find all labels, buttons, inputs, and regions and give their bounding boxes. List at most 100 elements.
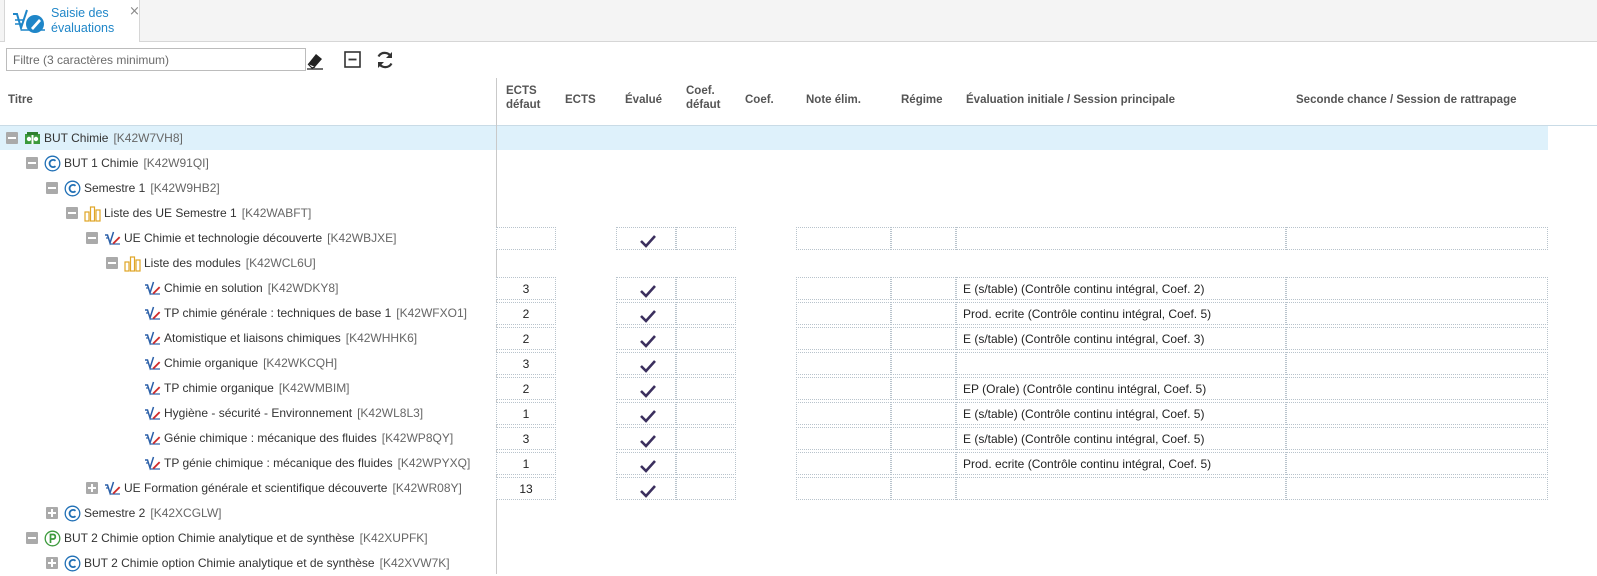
coefd-cell[interactable] [676,377,736,400]
row-title[interactable]: Atomistique et liaisons chimiques [K42WHH… [164,331,417,345]
regime-cell[interactable] [891,452,956,475]
expand-toggle-icon[interactable] [46,557,58,569]
coefd-cell[interactable] [676,477,736,500]
col-evalue[interactable]: Évalué [625,93,662,107]
row-title[interactable]: UE Formation générale et scientifique dé… [124,481,462,495]
col-regime[interactable]: Régime [901,93,943,107]
row-title[interactable]: Hygiène - sécurité - Environnement [K42WL… [164,406,423,420]
collapse-toggle-icon[interactable] [106,257,118,269]
row-title[interactable]: Liste des modules [K42WCL6U] [144,256,316,270]
ects-defaut-cell[interactable]: 13 [496,477,556,500]
tree-row[interactable]: BUT 2 Chimie option Chimie analytique et… [0,526,496,551]
eval2-cell[interactable] [1286,377,1548,400]
regime-cell[interactable] [891,402,956,425]
collapse-toggle-icon[interactable] [6,132,18,144]
note-cell[interactable] [796,227,891,250]
row-title[interactable]: Chimie en solution [K42WDKY8] [164,281,338,295]
tree-row[interactable]: Liste des modules [K42WCL6U] [0,251,496,276]
evalue-cell[interactable] [616,352,676,375]
collapse-toggle-icon[interactable] [86,232,98,244]
collapse-toggle-icon[interactable] [66,207,78,219]
col-ects-defaut[interactable]: ECTS défaut [506,84,541,112]
regime-cell[interactable] [891,477,956,500]
ects-defaut-cell[interactable]: 3 [496,427,556,450]
col-ects[interactable]: ECTS [565,93,596,107]
note-cell[interactable] [796,427,891,450]
regime-cell[interactable] [891,302,956,325]
row-title[interactable]: Chimie organique [K42WKCQH] [164,356,337,370]
row-title[interactable]: BUT 2 Chimie option Chimie analytique et… [84,556,450,570]
session-principale-cell[interactable]: Prod. ecrite (Contrôle continu intégral,… [956,302,1286,325]
col-note-elim[interactable]: Note élim. [806,93,861,107]
session-principale-cell[interactable] [956,227,1286,250]
col-coef[interactable]: Coef. [745,93,774,107]
close-icon[interactable]: × [129,4,140,19]
ects-defaut-cell[interactable]: 3 [496,352,556,375]
row-title[interactable]: BUT Chimie [K42W7VH8] [44,131,183,145]
evalue-cell[interactable] [616,402,676,425]
row-title[interactable]: TP chimie organique [K42WMBIM] [164,381,350,395]
tree-row[interactable]: TP génie chimique : mécanique des fluide… [0,451,496,476]
eval2-cell[interactable] [1286,277,1548,300]
session-principale-cell[interactable] [956,352,1286,375]
note-cell[interactable] [796,352,891,375]
evalue-cell[interactable] [616,452,676,475]
note-cell[interactable] [796,402,891,425]
tree-row[interactable]: TP chimie générale : techniques de base … [0,301,496,326]
collapse-toggle-icon[interactable] [26,157,38,169]
collapse-toggle-icon[interactable] [46,182,58,194]
evalue-cell[interactable] [616,377,676,400]
filter-input[interactable] [6,48,306,71]
regime-cell[interactable] [891,352,956,375]
row-title[interactable]: BUT 2 Chimie option Chimie analytique et… [64,531,428,545]
note-cell[interactable] [796,327,891,350]
ects-defaut-cell[interactable]: 2 [496,377,556,400]
regime-cell[interactable] [891,427,956,450]
tree-row[interactable]: TP chimie organique [K42WMBIM] [0,376,496,401]
coefd-cell[interactable] [676,427,736,450]
tree-row[interactable]: UE Formation générale et scientifique dé… [0,476,496,501]
note-cell[interactable] [796,302,891,325]
col-session-rattrapage[interactable]: Seconde chance / Session de rattrapage [1296,93,1517,107]
session-principale-cell[interactable]: E (s/table) (Contrôle continu intégral, … [956,277,1286,300]
evalue-cell[interactable] [616,277,676,300]
eval2-cell[interactable] [1286,327,1548,350]
eval2-cell[interactable] [1286,452,1548,475]
regime-cell[interactable] [891,277,956,300]
row-title[interactable]: Génie chimique : mécanique des fluides [K… [164,431,453,445]
session-principale-cell[interactable]: E (s/table) (Contrôle continu intégral, … [956,402,1286,425]
row-title[interactable]: Semestre 2 [K42XCGLW] [84,506,222,520]
eval2-cell[interactable] [1286,302,1548,325]
regime-cell[interactable] [891,327,956,350]
session-principale-cell[interactable]: E (s/table) (Contrôle continu intégral, … [956,327,1286,350]
eval2-cell[interactable] [1286,352,1548,375]
tree-row[interactable]: Hygiène - sécurité - Environnement [K42WL… [0,401,496,426]
coefd-cell[interactable] [676,402,736,425]
evalue-cell[interactable] [616,327,676,350]
session-principale-cell[interactable] [956,477,1286,500]
refresh-icon[interactable] [374,49,396,71]
col-titre[interactable]: Titre [8,93,33,107]
note-cell[interactable] [796,377,891,400]
eraser-icon[interactable] [304,49,326,71]
tree-row[interactable]: Génie chimique : mécanique des fluides [K… [0,426,496,451]
ects-defaut-cell[interactable]: 2 [496,327,556,350]
evalue-cell[interactable] [616,477,676,500]
coefd-cell[interactable] [676,227,736,250]
col-coef-defaut[interactable]: Coef. défaut [686,84,721,112]
row-title[interactable]: Liste des UE Semestre 1 [K42WABFT] [104,206,311,220]
ects-defaut-cell[interactable]: 1 [496,402,556,425]
tree-row[interactable]: UE Chimie et technologie découverte [K42W… [0,226,496,251]
row-title[interactable]: UE Chimie et technologie découverte [K42W… [124,231,396,245]
ects-defaut-cell[interactable]: 3 [496,277,556,300]
row-title[interactable]: TP chimie générale : techniques de base … [164,306,467,320]
row-title[interactable]: BUT 1 Chimie [K42W91QI] [64,156,209,170]
evalue-cell[interactable] [616,302,676,325]
expand-toggle-icon[interactable] [46,507,58,519]
evalue-cell[interactable] [616,227,676,250]
eval2-cell[interactable] [1286,402,1548,425]
coefd-cell[interactable] [676,302,736,325]
collapse-all-icon[interactable] [342,49,364,71]
tree-row[interactable]: Chimie organique [K42WKCQH] [0,351,496,376]
note-cell[interactable] [796,277,891,300]
